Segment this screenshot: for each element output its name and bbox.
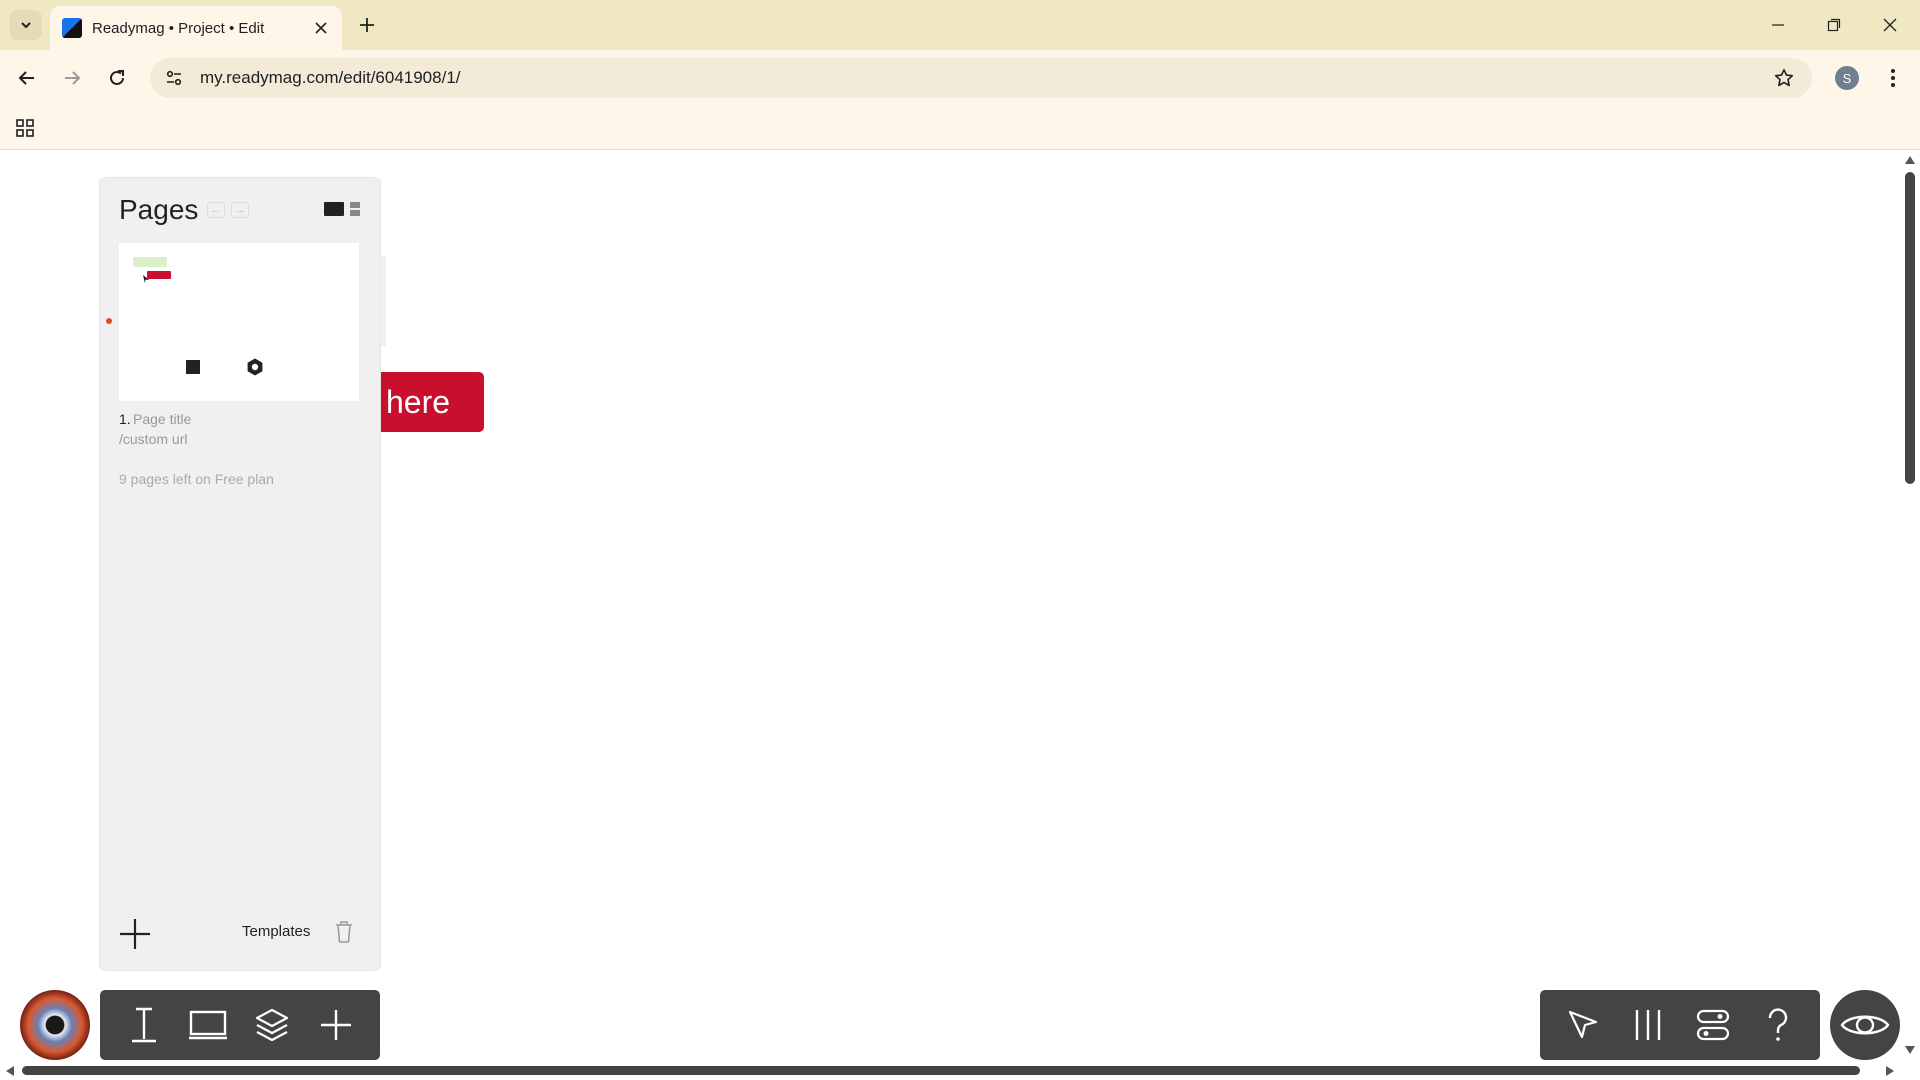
site-info-button[interactable] — [154, 58, 194, 98]
toggles-icon — [1696, 1009, 1729, 1041]
close-window-button[interactable] — [1870, 8, 1910, 42]
page-preview-image — [133, 257, 181, 285]
large-view-toggle-icon[interactable] — [324, 202, 344, 216]
back-button[interactable] — [10, 61, 44, 95]
viewport-tool-button[interactable] — [184, 1001, 232, 1049]
url-text[interactable]: my.readymag.com/edit/6041908/1/ — [200, 68, 1764, 88]
page-title-field[interactable]: Page title — [133, 411, 191, 427]
minimize-icon — [1772, 24, 1784, 26]
readymag-favicon-icon — [62, 18, 82, 38]
page-settings-button[interactable] — [240, 352, 270, 382]
scroll-down-arrow-icon[interactable] — [1905, 1046, 1915, 1054]
reload-icon — [110, 70, 124, 85]
browser-menu-button[interactable] — [1878, 62, 1908, 94]
layers-tool-button[interactable] — [248, 1001, 296, 1049]
page-number: 1. — [119, 411, 131, 427]
plus-icon — [120, 919, 150, 949]
minimize-button[interactable] — [1758, 8, 1798, 42]
cursor-arrow-icon — [1568, 1010, 1597, 1039]
right-toolbar — [1540, 990, 1820, 1060]
text-cursor-icon — [132, 1007, 156, 1043]
scroll-right-arrow-icon[interactable] — [1886, 1066, 1894, 1076]
forward-button[interactable] — [55, 61, 89, 95]
screen-icon — [189, 1010, 227, 1040]
templates-button[interactable]: Templates — [242, 923, 310, 940]
canvas-element-edge — [380, 256, 386, 346]
arrow-left-icon — [18, 71, 34, 85]
preview-button[interactable] — [1830, 990, 1900, 1060]
add-widget-button[interactable] — [312, 1001, 360, 1049]
close-icon — [1883, 18, 1897, 32]
tab-close-button[interactable] — [310, 17, 332, 39]
columns-icon — [1635, 1010, 1660, 1040]
browser-tab-active[interactable]: Readymag • Project • Edit — [50, 6, 342, 50]
restore-button[interactable] — [1814, 8, 1854, 42]
plus-icon — [360, 18, 374, 32]
bookmarks-bar — [0, 106, 1920, 150]
horizontal-scroll-thumb[interactable] — [22, 1066, 1860, 1075]
new-tab-button[interactable] — [354, 12, 380, 38]
close-icon — [315, 22, 327, 34]
chevron-down-icon — [21, 22, 31, 29]
project-avatar[interactable] — [20, 990, 90, 1060]
text-tool-button[interactable] — [120, 1001, 168, 1049]
current-page-indicator — [106, 318, 112, 324]
page-duplicate-button[interactable] — [178, 352, 208, 382]
tune-icon — [166, 70, 182, 86]
plus-icon — [321, 1010, 351, 1040]
more-vertical-icon — [1891, 69, 1895, 87]
scroll-left-arrow-icon[interactable] — [6, 1066, 14, 1076]
profile-avatar[interactable]: S — [1835, 66, 1859, 90]
help-button[interactable] — [1754, 1001, 1802, 1049]
apps-grid-icon — [16, 119, 34, 137]
move-page-right-button[interactable]: → — [231, 202, 249, 218]
trash-icon — [336, 921, 352, 943]
star-icon — [1774, 69, 1794, 87]
tab-search-button[interactable] — [10, 10, 42, 40]
tab-title: Readymag • Project • Edit — [92, 19, 265, 37]
reload-button[interactable] — [100, 61, 134, 95]
select-tool-button[interactable] — [1559, 1001, 1607, 1049]
browser-toolbar: my.readymag.com/edit/6041908/1/ S — [0, 50, 1920, 106]
pages-panel-title: Pages — [119, 194, 199, 225]
settings-icon — [247, 358, 263, 376]
page-url-field[interactable]: /custom url — [119, 431, 187, 447]
list-view-toggle-icon[interactable] — [350, 202, 360, 216]
canvas-button-widget[interactable]: here — [380, 372, 484, 432]
grid-columns-button[interactable] — [1624, 1001, 1672, 1049]
pages-left-notice: 9 pages left on Free plan — [119, 471, 274, 487]
canvas-button-label: here — [386, 383, 451, 420]
add-page-button[interactable] — [117, 916, 153, 952]
pages-panel: Pages ← → 1. Page title /custom url 9 pa… — [100, 178, 380, 970]
layers-icon — [255, 1008, 289, 1042]
browser-tabstrip: Readymag • Project • Edit — [0, 0, 1920, 50]
bookmark-star-button[interactable] — [1764, 58, 1804, 98]
editor-canvas[interactable]: here Pages ← → 1. Page title /custom url… — [0, 150, 1920, 1080]
project-settings-button[interactable] — [1689, 1001, 1737, 1049]
restore-icon — [1827, 18, 1841, 32]
eye-icon — [1840, 1015, 1890, 1035]
delete-page-button[interactable] — [332, 918, 356, 946]
question-icon — [1768, 1008, 1787, 1041]
arrow-right-icon — [65, 71, 81, 85]
page-thumbnail[interactable] — [119, 243, 359, 401]
address-bar[interactable]: my.readymag.com/edit/6041908/1/ — [150, 58, 1812, 98]
square-icon — [186, 360, 200, 374]
apps-button[interactable] — [12, 115, 38, 141]
vertical-scroll-thumb[interactable] — [1905, 172, 1915, 484]
left-toolbar — [100, 990, 380, 1060]
scroll-up-arrow-icon[interactable] — [1905, 156, 1915, 164]
move-page-left-button[interactable]: ← — [207, 202, 225, 218]
